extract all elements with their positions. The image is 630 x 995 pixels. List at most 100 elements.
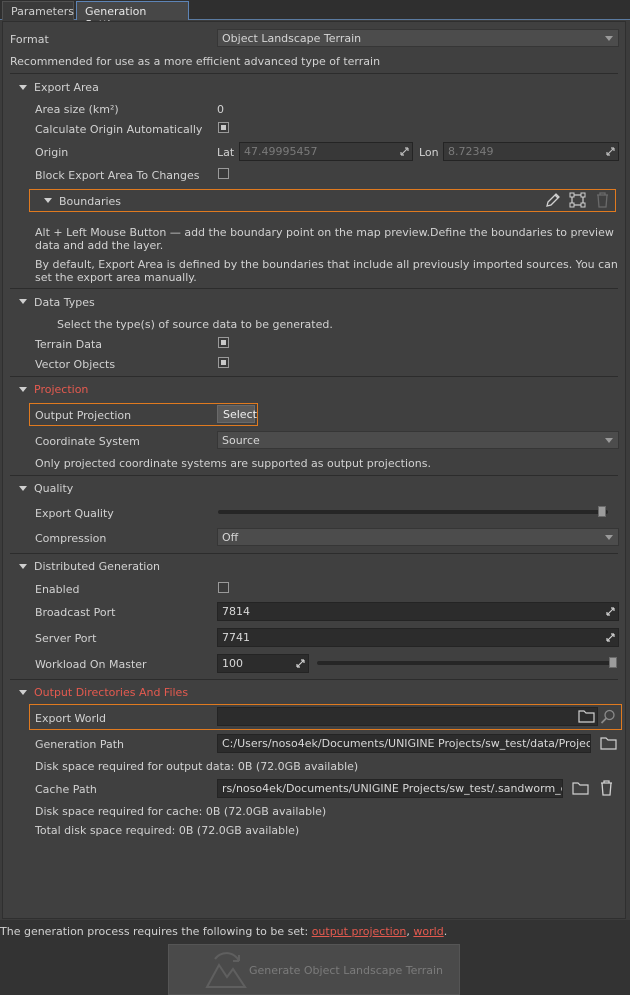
divider xyxy=(10,73,618,74)
broadcast-port-field[interactable]: 7814 xyxy=(217,602,619,621)
calc-origin-label: Calculate Origin Automatically xyxy=(35,123,203,136)
format-hint: Recommended for use as a more efficient … xyxy=(10,55,381,68)
disk-total-text: Total disk space required: 0B (72.0GB av… xyxy=(35,824,300,837)
section-title-output[interactable]: Output Directories And Files xyxy=(34,686,188,699)
data-types-hint: Select the type(s) of source data to be … xyxy=(57,318,333,331)
folder-icon[interactable] xyxy=(572,781,589,795)
workload-field[interactable]: 100 xyxy=(217,654,309,673)
divider xyxy=(10,679,618,680)
collapse-boundaries-icon[interactable] xyxy=(44,198,52,203)
search-icon[interactable] xyxy=(600,709,616,724)
cache-path-field[interactable]: rs/noso4ek/Documents/UNIGINE Projects/sw… xyxy=(217,779,563,798)
area-size-label: Area size (km²) xyxy=(35,103,119,116)
lon-value: 8.72349 xyxy=(448,145,494,158)
bounding-box-icon[interactable] xyxy=(569,192,586,208)
tab-generation-settings[interactable]: Generation Settings xyxy=(76,1,189,31)
select-projection-button[interactable]: Select xyxy=(217,405,257,423)
enabled-checkbox[interactable] xyxy=(218,582,229,593)
server-port-label: Server Port xyxy=(35,632,97,645)
output-projection-link[interactable]: output projection xyxy=(312,925,407,938)
export-world-field[interactable] xyxy=(217,707,598,726)
divider xyxy=(10,376,618,377)
export-quality-slider-handle[interactable] xyxy=(598,506,606,517)
section-title-distributed[interactable]: Distributed Generation xyxy=(34,560,160,573)
pencil-icon[interactable] xyxy=(545,192,561,208)
chevron-down-icon xyxy=(605,438,613,443)
lat-label: Lat xyxy=(217,146,235,159)
export-area-help-text: By default, Export Area is defined by th… xyxy=(35,258,618,284)
collapse-export-area-icon[interactable] xyxy=(19,85,27,90)
disk-output-text: Disk space required for output data: 0B … xyxy=(35,760,359,773)
divider xyxy=(10,553,618,554)
collapse-quality-icon[interactable] xyxy=(19,486,27,491)
calc-origin-checkbox[interactable] xyxy=(218,122,229,133)
boundaries-label: Boundaries xyxy=(59,195,122,208)
format-label: Format xyxy=(10,33,49,46)
trash-icon[interactable] xyxy=(596,192,609,208)
disk-cache-text: Disk space required for cache: 0B (72.0G… xyxy=(35,805,327,818)
drag-arrows-icon xyxy=(296,659,305,668)
generation-path-label: Generation Path xyxy=(35,738,125,751)
compression-value: Off xyxy=(222,531,239,544)
requirement-text: The generation process requires the foll… xyxy=(0,925,447,938)
world-link[interactable]: world xyxy=(413,925,443,938)
section-title-export-area[interactable]: Export Area xyxy=(34,81,99,94)
terrain-data-checkbox[interactable] xyxy=(218,337,229,348)
lat-field[interactable]: 47.49995457 xyxy=(239,142,413,161)
server-port-field[interactable]: 7741 xyxy=(217,628,619,647)
workload-value: 100 xyxy=(222,657,243,670)
output-projection-label: Output Projection xyxy=(35,409,132,422)
export-quality-slider[interactable] xyxy=(218,510,608,514)
drag-arrows-icon xyxy=(606,147,615,156)
area-size-value: 0 xyxy=(217,103,224,116)
section-title-data-types[interactable]: Data Types xyxy=(34,296,95,309)
coordinate-system-value: Source xyxy=(222,434,260,447)
compression-dropdown[interactable]: Off xyxy=(217,528,619,546)
vector-objects-label: Vector Objects xyxy=(35,358,116,371)
collapse-data-types-icon[interactable] xyxy=(19,299,27,304)
coordinate-system-label: Coordinate System xyxy=(35,435,140,448)
lon-field[interactable]: 8.72349 xyxy=(443,142,619,161)
coordinate-system-dropdown[interactable]: Source xyxy=(217,431,619,449)
server-port-value: 7741 xyxy=(222,631,250,644)
chevron-down-icon xyxy=(605,36,613,41)
terrain-data-label: Terrain Data xyxy=(35,338,102,351)
workload-slider[interactable] xyxy=(317,661,617,665)
format-value: Object Landscape Terrain xyxy=(222,32,362,45)
format-dropdown[interactable]: Object Landscape Terrain xyxy=(217,29,619,47)
collapse-distributed-icon[interactable] xyxy=(19,564,27,569)
divider xyxy=(10,288,618,289)
block-export-checkbox[interactable] xyxy=(218,168,229,179)
divider xyxy=(10,475,618,476)
lon-label: Lon xyxy=(419,146,439,159)
export-world-label: Export World xyxy=(35,712,107,725)
broadcast-port-label: Broadcast Port xyxy=(35,606,116,619)
cache-path-value: rs/noso4ek/Documents/UNIGINE Projects/sw… xyxy=(222,782,563,795)
drag-arrows-icon xyxy=(606,633,615,642)
tab-parameters[interactable]: Parameters xyxy=(2,1,74,20)
drag-arrows-icon xyxy=(400,147,409,156)
section-title-projection[interactable]: Projection xyxy=(34,383,88,396)
folder-icon[interactable] xyxy=(600,736,617,750)
generate-button[interactable]: Generate Object Landscape Terrain xyxy=(168,944,460,995)
vector-objects-checkbox[interactable] xyxy=(218,357,229,368)
lat-value: 47.49995457 xyxy=(244,145,318,158)
trash-icon[interactable] xyxy=(600,780,613,796)
folder-icon[interactable] xyxy=(578,709,595,723)
generate-terrain-icon xyxy=(205,952,247,988)
projection-hint: Only projected coordinate systems are su… xyxy=(35,457,431,470)
section-title-quality[interactable]: Quality xyxy=(34,482,73,495)
tab-bar: Parameters Generation Settings xyxy=(0,0,630,31)
compression-label: Compression xyxy=(35,532,107,545)
collapse-projection-icon[interactable] xyxy=(19,387,27,392)
workload-slider-handle[interactable] xyxy=(609,657,617,668)
enabled-label: Enabled xyxy=(35,583,80,596)
export-quality-label: Export Quality xyxy=(35,507,114,520)
broadcast-port-value: 7814 xyxy=(222,605,250,618)
period: . xyxy=(443,925,448,938)
generate-label: Generate Object Landscape Terrain xyxy=(249,964,444,977)
generation-path-field[interactable]: C:/Users/noso4ek/Documents/UNIGINE Proje… xyxy=(217,734,591,753)
generation-path-value: C:/Users/noso4ek/Documents/UNIGINE Proje… xyxy=(222,737,591,750)
collapse-output-icon[interactable] xyxy=(19,690,27,695)
cache-path-label: Cache Path xyxy=(35,783,97,796)
